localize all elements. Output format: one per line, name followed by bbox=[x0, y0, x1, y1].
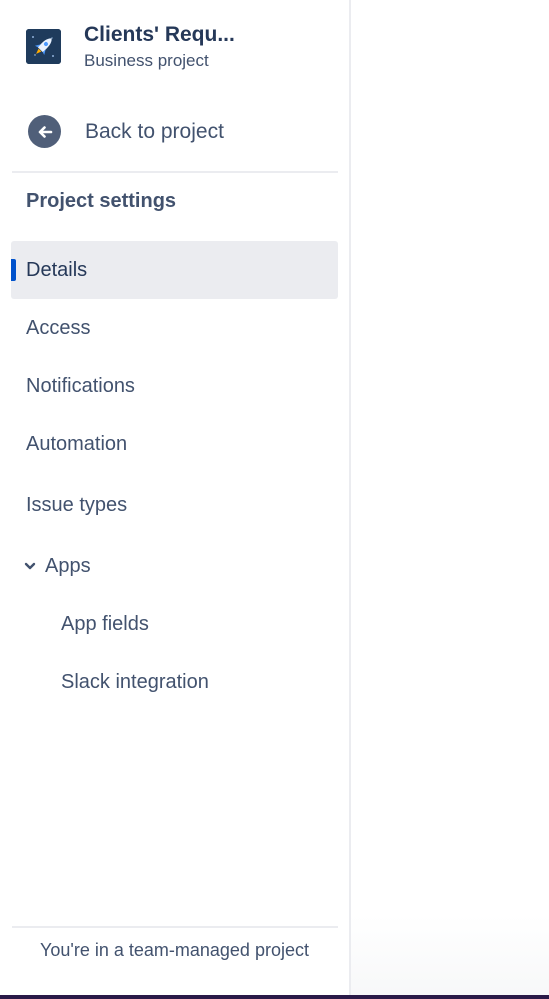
team-managed-notice: You're in a team-managed project bbox=[40, 940, 309, 960]
chevron-down-icon bbox=[23, 559, 37, 573]
nav-group-apps[interactable]: Apps bbox=[11, 537, 338, 595]
header-divider bbox=[12, 171, 338, 173]
nav-item-automation[interactable]: Automation bbox=[11, 415, 338, 473]
footer-divider bbox=[12, 926, 338, 928]
selected-indicator bbox=[11, 259, 16, 281]
back-to-project-link[interactable]: Back to project bbox=[26, 115, 224, 148]
nav-item-label: Issue types bbox=[26, 493, 128, 516]
nav-item-app-fields[interactable]: App fields bbox=[11, 595, 338, 653]
project-text: Clients' Requ... Business project bbox=[84, 22, 235, 72]
rocket-icon bbox=[26, 29, 61, 64]
nav-item-label: Details bbox=[26, 258, 88, 281]
project-name: Clients' Requ... bbox=[84, 23, 235, 46]
nav-item-label: App fields bbox=[61, 612, 149, 635]
nav-item-label: Apps bbox=[45, 554, 91, 577]
nav-item-label: Slack integration bbox=[61, 670, 209, 693]
back-to-project-label: Back to project bbox=[85, 119, 224, 143]
project-settings-sidebar: Clients' Requ... Business project Back t… bbox=[0, 0, 351, 995]
window-bottom-edge bbox=[0, 995, 549, 999]
content-bottom-shade bbox=[351, 915, 549, 995]
nav-item-details[interactable]: Details bbox=[11, 241, 338, 299]
nav-item-label: Access bbox=[26, 316, 91, 339]
nav-item-notifications[interactable]: Notifications bbox=[11, 357, 338, 415]
project-header: Clients' Requ... Business project bbox=[26, 22, 235, 72]
nav-item-access[interactable]: Access bbox=[11, 299, 338, 357]
project-type: Business project bbox=[84, 51, 209, 70]
nav-item-issue-types[interactable]: Issue types bbox=[11, 476, 338, 534]
app-window: Clients' Requ... Business project Back t… bbox=[0, 0, 549, 999]
main-content-area bbox=[351, 0, 549, 995]
nav-item-label: Notifications bbox=[26, 374, 135, 397]
nav-item-label: Automation bbox=[26, 432, 128, 455]
nav-item-slack-integration[interactable]: Slack integration bbox=[11, 653, 338, 711]
section-heading: Project settings bbox=[26, 190, 177, 212]
arrow-left-icon bbox=[28, 115, 61, 148]
